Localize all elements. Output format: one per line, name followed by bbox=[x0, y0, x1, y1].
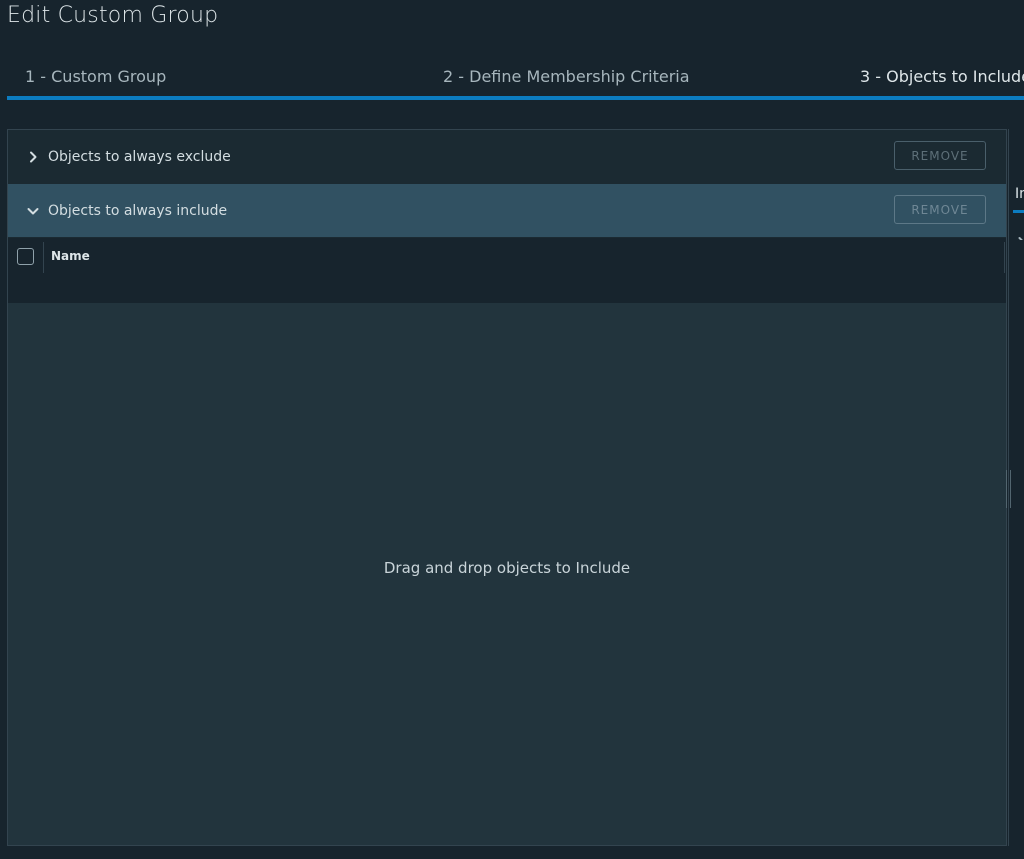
chevron-down-icon[interactable] bbox=[1018, 230, 1024, 240]
exclude-remove-button[interactable]: REMOVE bbox=[894, 141, 986, 170]
right-panel-tab[interactable]: In bbox=[1015, 186, 1024, 202]
objects-panel: Objects to always exclude REMOVE Objects… bbox=[7, 129, 1007, 846]
grid-header: Name bbox=[8, 238, 1006, 303]
column-resize-handle[interactable] bbox=[1004, 242, 1005, 273]
select-all-checkbox[interactable] bbox=[17, 248, 34, 265]
include-section-label: Objects to always include bbox=[48, 202, 228, 219]
step-objects-to-include[interactable]: 3 - Objects to Include bbox=[860, 67, 1024, 86]
column-divider bbox=[43, 242, 44, 273]
chevron-down-icon bbox=[26, 204, 40, 218]
include-remove-button[interactable]: REMOVE bbox=[894, 195, 986, 224]
exclude-section-label: Objects to always exclude bbox=[48, 148, 231, 165]
step-custom-group[interactable]: 1 - Custom Group bbox=[25, 67, 166, 86]
wizard-steps: 1 - Custom Group 2 - Define Membership C… bbox=[7, 60, 1024, 100]
column-header-name[interactable]: Name bbox=[51, 249, 90, 263]
drop-zone[interactable]: Drag and drop objects to Include bbox=[8, 303, 1006, 845]
drop-zone-message: Drag and drop objects to Include bbox=[383, 559, 631, 577]
step-define-membership-criteria[interactable]: 2 - Define Membership Criteria bbox=[443, 67, 690, 86]
page-title: Edit Custom Group bbox=[7, 3, 219, 28]
right-panel-tab-indicator bbox=[1013, 210, 1024, 213]
wizard-progress-bar bbox=[7, 96, 1024, 100]
exclude-section-header[interactable]: Objects to always exclude REMOVE bbox=[8, 130, 1006, 183]
include-section-header[interactable]: Objects to always include REMOVE bbox=[8, 184, 1006, 237]
splitter-handle[interactable] bbox=[1006, 470, 1011, 508]
chevron-right-icon bbox=[26, 150, 40, 164]
